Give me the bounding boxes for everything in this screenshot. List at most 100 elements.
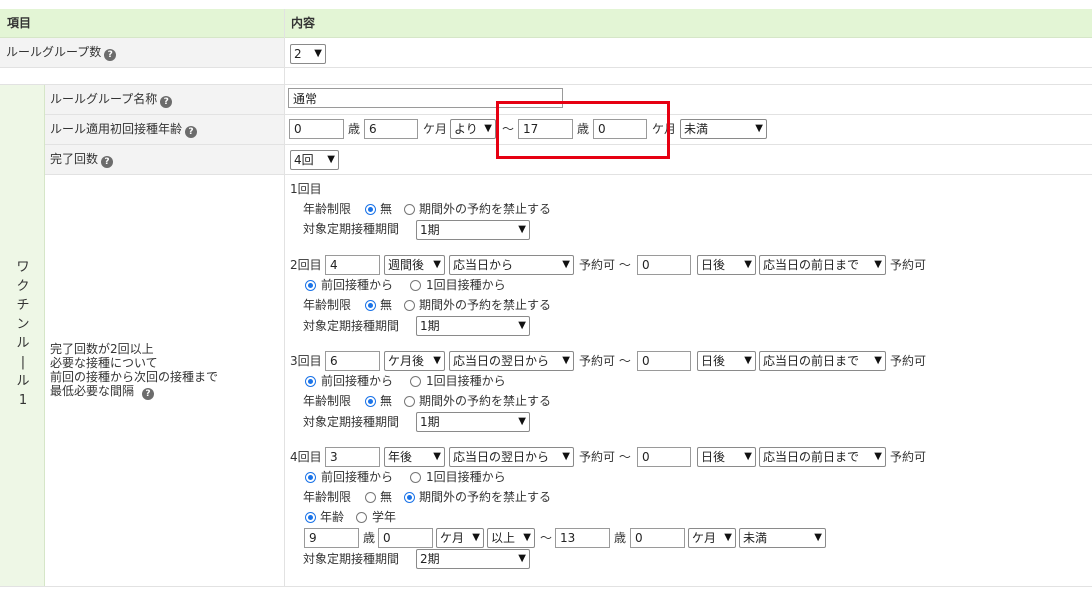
by-grade-radio[interactable] xyxy=(356,512,367,523)
period-label: 対象定期接種期間 xyxy=(303,222,400,236)
dose4-value2-input[interactable] xyxy=(637,447,691,467)
age-limit-label: 年齢制限 xyxy=(303,490,352,504)
help-icon[interactable]: ? xyxy=(101,156,114,168)
age-limit-label: 年齢制限 xyxy=(303,298,352,312)
age-limit-none-radio[interactable] xyxy=(365,204,376,215)
none-label: 無 xyxy=(380,298,393,312)
age-limit-none-radio[interactable] xyxy=(365,492,376,503)
dose2-value-input[interactable] xyxy=(325,255,380,275)
dose3-unit2-select[interactable]: 日後 ▼ xyxy=(697,351,756,371)
dose4-age-from-years-input[interactable] xyxy=(304,528,359,548)
dose2-from-select[interactable]: 応当日から ▼ xyxy=(449,255,574,275)
dose3-from-select[interactable]: 応当日の翌日から ▼ xyxy=(449,351,574,371)
none-label: 無 xyxy=(380,490,393,504)
dose2-value2-input[interactable] xyxy=(637,255,691,275)
age-limit-none-radio[interactable] xyxy=(365,396,376,407)
dose4-until-select[interactable]: 応当日の前日まで ▼ xyxy=(759,447,886,467)
dose2-unit-select[interactable]: 週間後 ▼ xyxy=(384,255,445,275)
interval-label-line: 前回の接種から次回の接種まで xyxy=(50,370,219,384)
period-label: 対象定期接種期間 xyxy=(303,552,400,566)
dose4-unit-months-select-2[interactable]: ケ月 ▼ xyxy=(688,528,736,548)
by-age-radio[interactable] xyxy=(305,512,316,523)
side-label-char: 1 xyxy=(18,393,28,408)
help-icon[interactable]: ? xyxy=(142,388,155,400)
age-to-cond-select[interactable]: 未満 ▼ xyxy=(680,119,767,139)
side-label-char: ク xyxy=(16,279,30,294)
reservable-label: 予約可 xyxy=(890,450,927,464)
tilde: ～ xyxy=(540,531,553,545)
help-icon[interactable]: ? xyxy=(104,49,117,61)
age-limit-forbid-radio[interactable] xyxy=(404,492,415,503)
age-limit-forbid-radio[interactable] xyxy=(404,396,415,407)
from-prev-label: 前回接種から xyxy=(321,278,394,292)
interval-label-line: 最低必要な間隔? xyxy=(50,384,218,400)
dose4-unit2-select[interactable]: 日後 ▼ xyxy=(697,447,756,467)
forbid-label: 期間外の予約を禁止する xyxy=(419,490,552,504)
forbid-label: 期間外の予約を禁止する xyxy=(419,394,552,408)
dose3-period-select[interactable]: 1期 ▼ xyxy=(416,412,530,432)
age-label: ルール適用初回接種年齢? xyxy=(50,122,198,138)
period-label: 対象定期接種期間 xyxy=(303,319,400,333)
dose4-unit-months-select[interactable]: ケ月 ▼ xyxy=(436,528,484,548)
by-age-label: 年齢 xyxy=(320,510,345,524)
reservable-from: 予約可 ～ xyxy=(579,450,631,464)
highlight-box xyxy=(496,101,670,159)
forbid-label: 期間外の予約を禁止する xyxy=(419,298,552,312)
age-from-cond-select[interactable]: より ▼ xyxy=(450,119,496,139)
dose4-age-to-years-input[interactable] xyxy=(555,528,610,548)
from-prev-radio[interactable] xyxy=(305,376,316,387)
dose4-unit-select[interactable]: 年後 ▼ xyxy=(384,447,445,467)
dose2-period-select[interactable]: 1期 ▼ xyxy=(416,316,530,336)
dose4-age-to-months-input[interactable] xyxy=(630,528,685,548)
dose3-until-select[interactable]: 応当日の前日まで ▼ xyxy=(759,351,886,371)
dose1-period-select[interactable]: 1期 ▼ xyxy=(416,220,530,240)
help-icon[interactable]: ? xyxy=(160,96,173,108)
doses-label: 完了回数? xyxy=(50,152,114,168)
reservable-from: 予約可 ～ xyxy=(579,258,631,272)
reservable-label: 予約可 xyxy=(890,354,927,368)
from-first-radio[interactable] xyxy=(410,280,421,291)
dose3-value-input[interactable] xyxy=(325,351,380,371)
age-from-years-input[interactable] xyxy=(289,119,344,139)
by-grade-label: 学年 xyxy=(372,510,397,524)
dose2-until-select[interactable]: 応当日の前日まで ▼ xyxy=(759,255,886,275)
group-side-label: ワクチンル | ル 1 xyxy=(14,258,32,410)
age-limit-forbid-radio[interactable] xyxy=(404,204,415,215)
dose2-label: 2回目 xyxy=(290,258,322,272)
dose4-period-select[interactable]: 2期 ▼ xyxy=(416,549,530,569)
from-first-label: 1回目接種から xyxy=(426,374,506,388)
dose4-age-to-cond-select[interactable]: 未満 ▼ xyxy=(739,528,826,548)
table-header xyxy=(0,9,1092,38)
header-content: 内容 xyxy=(291,16,316,30)
from-first-radio[interactable] xyxy=(410,472,421,483)
dose4-plus-select[interactable]: 以上 ▼ xyxy=(487,528,535,548)
from-prev-radio[interactable] xyxy=(305,280,316,291)
interval-label-line: 必要な接種について xyxy=(50,356,158,370)
dose4-from-select[interactable]: 応当日の翌日から ▼ xyxy=(449,447,574,467)
from-prev-label: 前回接種から xyxy=(321,470,394,484)
dose4-age-from-months-input[interactable] xyxy=(378,528,433,548)
none-label: 無 xyxy=(380,394,393,408)
from-prev-radio[interactable] xyxy=(305,472,316,483)
rule-group-count-label: ルールグループ数? xyxy=(6,45,117,61)
dose2-unit2-select[interactable]: 日後 ▼ xyxy=(697,255,756,275)
unit-years: 歳 xyxy=(614,531,627,545)
age-limit-forbid-radio[interactable] xyxy=(404,300,415,311)
dose4-value-input[interactable] xyxy=(325,447,380,467)
doses-select[interactable]: 4回 ▼ xyxy=(290,150,339,170)
rule-group-count-select[interactable]: 2 ▼ xyxy=(290,44,326,64)
dose3-value2-input[interactable] xyxy=(637,351,691,371)
from-first-radio[interactable] xyxy=(410,376,421,387)
forbid-label: 期間外の予約を禁止する xyxy=(419,202,552,216)
from-first-label: 1回目接種から xyxy=(426,278,506,292)
help-icon[interactable]: ? xyxy=(185,126,198,138)
interval-label: 完了回数が2回以上 必要な接種について 前回の接種から次回の接種まで 最低必要な間隔? xyxy=(50,342,218,400)
unit-months: ケ月 xyxy=(423,122,448,136)
dose1-label: 1回目 xyxy=(290,182,322,196)
from-first-label: 1回目接種から xyxy=(426,470,506,484)
rule-group-name-label: ルールグループ名称? xyxy=(50,92,173,108)
side-label-char: ワ xyxy=(16,260,30,275)
dose3-unit-select[interactable]: ケ月後 ▼ xyxy=(384,351,445,371)
age-from-months-input[interactable] xyxy=(364,119,418,139)
age-limit-none-radio[interactable] xyxy=(365,300,376,311)
